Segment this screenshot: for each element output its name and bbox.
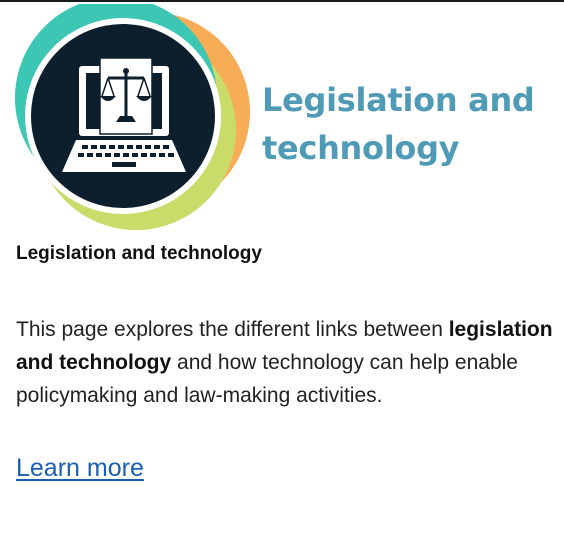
card-heading: Legislation and technology: [16, 243, 262, 264]
card-description: This page explores the different links b…: [16, 313, 556, 412]
banner: Legislation and technology: [0, 4, 564, 236]
learn-more-link[interactable]: Learn more: [16, 454, 144, 483]
description-prefix: This page explores the different links b…: [16, 318, 443, 341]
laptop-with-scales-of-justice-icon: [15, 4, 250, 230]
topic-card: Legislation and technology Legislation a…: [0, 0, 564, 541]
banner-title-line1: Legislation and: [262, 81, 535, 119]
banner-title: Legislation and technology: [262, 76, 552, 172]
banner-title-line2: technology: [262, 129, 460, 167]
